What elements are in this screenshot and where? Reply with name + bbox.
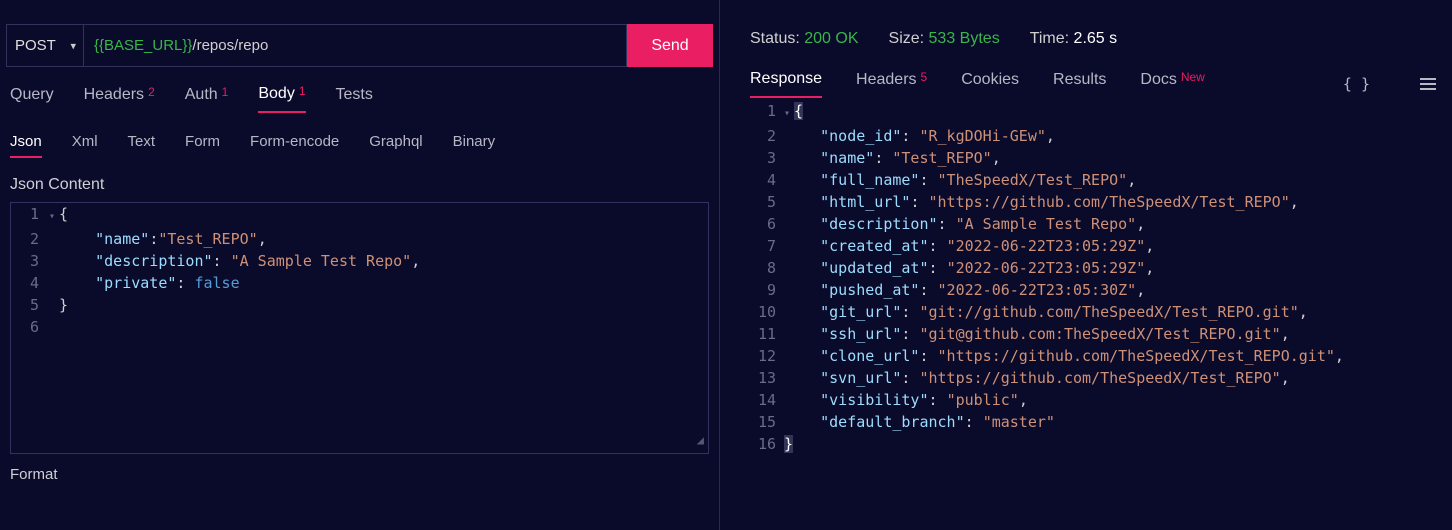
fold-icon[interactable]: ▾ bbox=[49, 206, 59, 228]
subtab-formencode[interactable]: Form-encode bbox=[250, 133, 339, 158]
subtab-form[interactable]: Form bbox=[185, 133, 220, 158]
subtab-json[interactable]: Json bbox=[10, 133, 42, 158]
request-body-editor[interactable]: 1▾{ 2 "name":"Test_REPO", 3 "description… bbox=[10, 202, 709, 454]
json-content-heading: Json Content bbox=[0, 158, 719, 202]
subtab-binary[interactable]: Binary bbox=[453, 133, 496, 158]
resize-handle-icon: ◢ bbox=[697, 429, 704, 451]
method-select-wrap: POST ▾ bbox=[6, 24, 84, 67]
docs-new-badge: New bbox=[1181, 70, 1205, 84]
app-root: POST ▾ {{BASE_URL}}/repos/repo Send Quer… bbox=[0, 0, 1452, 530]
tab-auth[interactable]: Auth1 bbox=[185, 86, 229, 112]
rtab-cookies[interactable]: Cookies bbox=[961, 71, 1019, 97]
auth-badge: 1 bbox=[222, 85, 229, 99]
request-bar: POST ▾ {{BASE_URL}}/repos/repo Send bbox=[6, 24, 713, 67]
status-code: Status: 200 OK bbox=[750, 30, 859, 48]
subtab-text[interactable]: Text bbox=[128, 133, 156, 158]
body-subtabs: Json Xml Text Form Form-encode Graphql B… bbox=[0, 113, 719, 158]
url-variable: {{BASE_URL}} bbox=[94, 37, 192, 54]
response-size: Size: 533 Bytes bbox=[889, 30, 1000, 48]
response-status-bar: Status: 200 OK Size: 533 Bytes Time: 2.6… bbox=[740, 0, 1452, 48]
url-path: /repos/repo bbox=[192, 37, 268, 54]
rtab-headers[interactable]: Headers5 bbox=[856, 71, 927, 97]
format-button[interactable]: Format bbox=[0, 454, 719, 495]
response-pane: Status: 200 OK Size: 533 Bytes Time: 2.6… bbox=[720, 0, 1452, 530]
response-time: Time: 2.65 s bbox=[1030, 30, 1117, 48]
subtab-graphql[interactable]: Graphql bbox=[369, 133, 422, 158]
menu-icon[interactable] bbox=[1420, 78, 1436, 90]
send-button[interactable]: Send bbox=[627, 24, 713, 67]
fold-icon[interactable]: ▾ bbox=[784, 103, 794, 125]
rtab-docs[interactable]: DocsNew bbox=[1140, 71, 1204, 97]
response-body-viewer[interactable]: 1▾{ 2 "node_id": "R_kgDOHi-GEw", 3 "name… bbox=[740, 98, 1452, 455]
request-tabs: Query Headers2 Auth1 Body1 Tests bbox=[0, 67, 719, 113]
url-input[interactable]: {{BASE_URL}}/repos/repo bbox=[84, 24, 627, 67]
headers-badge: 2 bbox=[148, 85, 155, 99]
rtab-response[interactable]: Response bbox=[750, 70, 822, 98]
tab-headers[interactable]: Headers2 bbox=[84, 86, 155, 112]
tab-query[interactable]: Query bbox=[10, 86, 54, 112]
tab-tests[interactable]: Tests bbox=[336, 86, 373, 112]
tab-body[interactable]: Body1 bbox=[258, 85, 305, 113]
resp-headers-badge: 5 bbox=[921, 70, 928, 84]
body-badge: 1 bbox=[299, 84, 306, 98]
request-pane: POST ▾ {{BASE_URL}}/repos/repo Send Quer… bbox=[0, 0, 720, 530]
subtab-xml[interactable]: Xml bbox=[72, 133, 98, 158]
rtab-results[interactable]: Results bbox=[1053, 71, 1106, 97]
response-tabs: Response Headers5 Cookies Results DocsNe… bbox=[740, 48, 1452, 98]
http-method-select[interactable]: POST bbox=[6, 24, 84, 67]
toggle-raw-icon[interactable]: { } bbox=[1343, 75, 1370, 93]
